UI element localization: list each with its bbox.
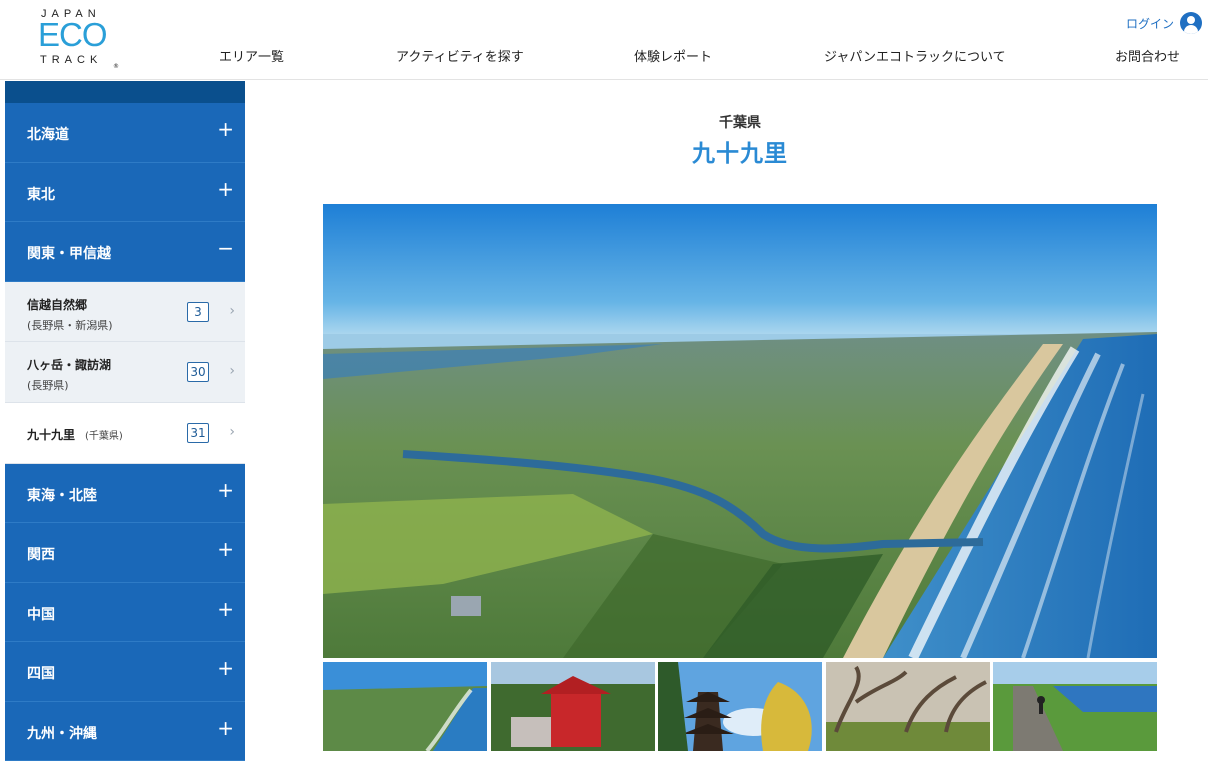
subarea-yatsugatake[interactable]: 八ヶ岳・諏訪湖 (長野県) 30 › <box>5 341 245 403</box>
region-label: 東北 <box>27 186 55 203</box>
nav-area-list[interactable]: エリア一覧 <box>219 46 284 65</box>
region-label: 中国 <box>27 606 55 623</box>
subarea-name: 九十九里 <box>27 427 76 442</box>
prefecture-label: 千葉県 <box>719 115 761 131</box>
thumbnail-pagoda-image <box>658 662 822 751</box>
thumbnail-cycling-path[interactable] <box>993 662 1157 751</box>
hero-photo-aerial-coastline <box>323 204 1157 658</box>
region-label: 九州・沖縄 <box>27 725 97 742</box>
plus-icon: + <box>217 656 234 680</box>
thumbnail-pagoda[interactable] <box>658 662 822 751</box>
chevron-right-icon: › <box>229 302 235 319</box>
page-title: 九十九里 <box>692 141 788 167</box>
subarea-shinetsu[interactable]: 信越自然郷 (長野県・新潟県) 3 › <box>5 281 245 342</box>
nav-experience-report[interactable]: 体験レポート <box>634 46 712 65</box>
subarea-name: 信越自然郷 <box>27 297 88 312</box>
logo-registered-mark: ® <box>113 63 119 70</box>
nav-find-activity[interactable]: アクティビティを探す <box>396 46 524 65</box>
thumbnail-cycling-path-image <box>993 662 1157 751</box>
subarea-kujukuri[interactable]: 九十九里 (千葉県) 31 › <box>5 402 245 464</box>
subarea-prefecture: (長野県) <box>27 378 69 392</box>
subarea-count-badge: 31 <box>187 422 209 443</box>
nav-about[interactable]: ジャパンエコトラックについて <box>824 46 1006 65</box>
login-label: ログイン <box>1125 16 1174 31</box>
thumbnail-plum-grove-image <box>826 662 990 751</box>
thumbnail-aerial-coast[interactable] <box>323 662 487 751</box>
region-label: 東海・北陸 <box>27 487 97 504</box>
nav-contact[interactable]: お問合わせ <box>1115 46 1180 65</box>
region-tohoku[interactable]: 東北 + <box>5 162 245 222</box>
subarea-count-badge: 3 <box>187 301 209 322</box>
region-shikoku[interactable]: 四国 + <box>5 642 245 702</box>
region-label: 関東・甲信越 <box>27 246 111 262</box>
region-label: 四国 <box>27 666 55 682</box>
chevron-right-icon: › <box>229 362 235 379</box>
site-header: JAPAN ECO TRACK ® エリア一覧 アクティビティを探す 体験レポー… <box>0 0 1208 80</box>
user-avatar-icon <box>1180 12 1202 34</box>
subarea-name: 八ヶ岳・諏訪湖 <box>27 357 112 372</box>
logo-line-track: TRACK <box>40 54 103 66</box>
region-tokai-hokuriku[interactable]: 東海・北陸 + <box>5 463 245 523</box>
photo-thumbnail-strip <box>323 662 1157 751</box>
region-kyushu-okinawa[interactable]: 九州・沖縄 + <box>5 701 245 761</box>
minus-icon: − <box>217 236 234 260</box>
login-button[interactable]: ログイン <box>1126 12 1202 34</box>
plus-icon: + <box>217 176 234 201</box>
region-kansai[interactable]: 関西 + <box>5 523 245 583</box>
plus-icon: + <box>217 477 234 502</box>
plus-icon: + <box>217 596 234 621</box>
region-kanto-koshinetsu[interactable]: 関東・甲信越 − <box>5 222 245 282</box>
region-label: 関西 <box>27 547 55 563</box>
plus-icon: + <box>217 715 234 740</box>
japan-eco-track-logo[interactable]: JAPAN ECO TRACK ® <box>38 8 119 72</box>
hero-photo-svg <box>323 204 1157 658</box>
thumbnail-red-shrine-image <box>491 662 655 751</box>
subarea-prefecture: (長野県・新潟県) <box>27 318 113 332</box>
region-sidebar: 北海道 + 東北 + 関東・甲信越 − 信越自然郷 (長野県・新潟県) 3 › … <box>5 81 245 769</box>
thumbnail-plum-grove[interactable] <box>826 662 990 751</box>
sidebar-top-bar <box>5 81 245 103</box>
thumbnail-aerial-coast-image <box>323 662 487 751</box>
subarea-count-badge: 30 <box>187 361 209 382</box>
logo-line-eco: ECO <box>38 16 108 53</box>
subarea-prefecture: (千葉県) <box>85 430 123 442</box>
chevron-right-icon: › <box>229 423 235 440</box>
plus-icon: + <box>217 537 234 561</box>
region-chugoku[interactable]: 中国 + <box>5 582 245 642</box>
thumbnail-red-shrine[interactable] <box>491 662 655 751</box>
